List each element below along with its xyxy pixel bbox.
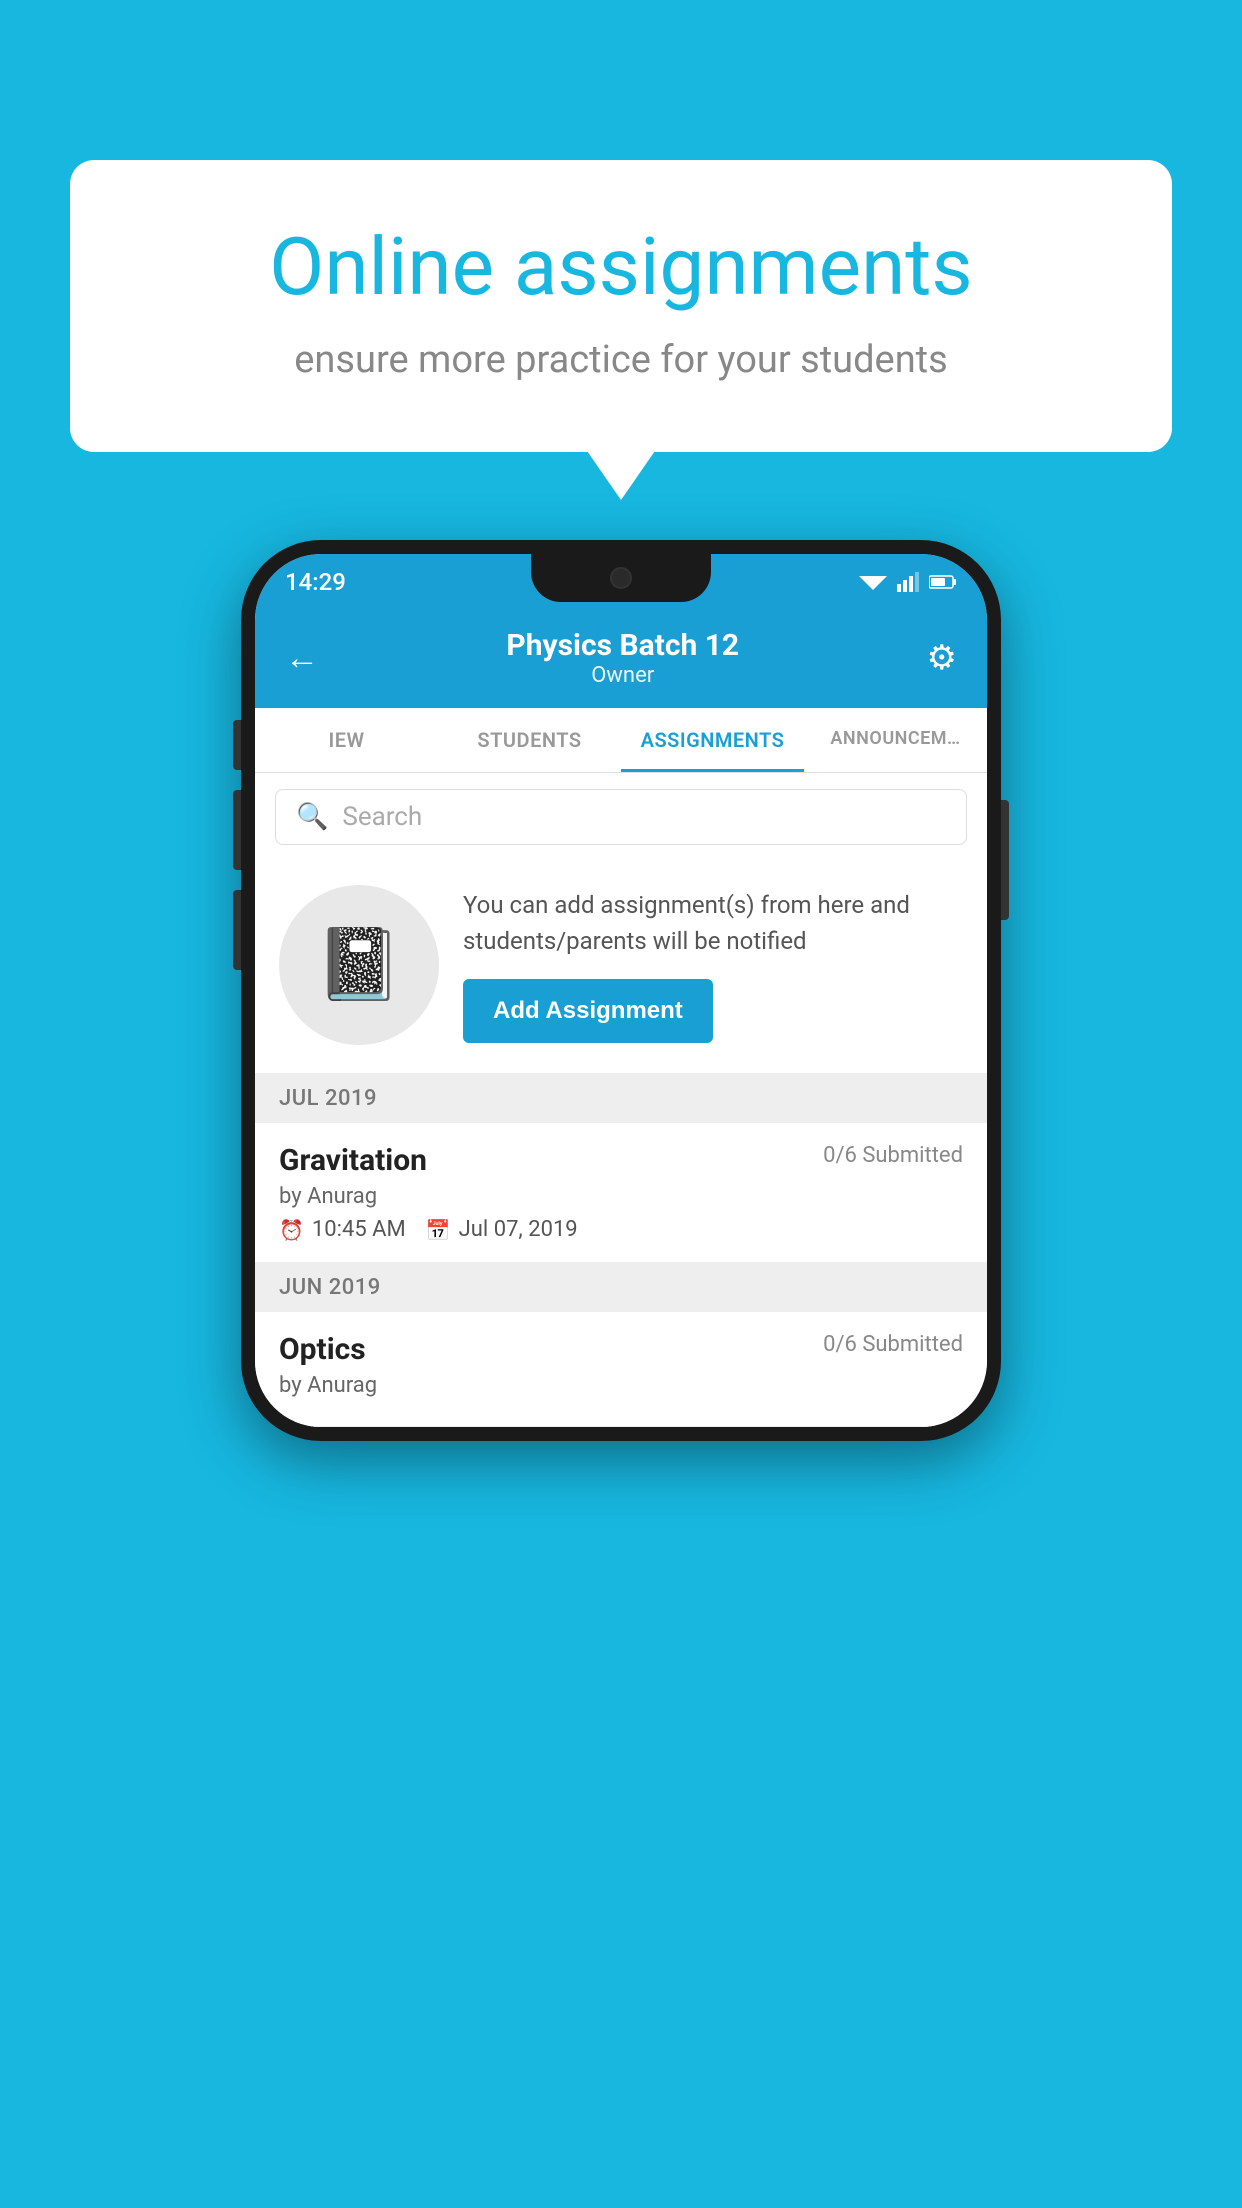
info-card: 📓 You can add assignment(s) from here an… [255, 861, 987, 1074]
assignment-name-gravitation: Gravitation [279, 1143, 427, 1178]
assignment-by-optics: by Anurag [279, 1373, 963, 1398]
assignment-item-optics[interactable]: Optics 0/6 Submitted by Anurag [255, 1312, 987, 1427]
search-box[interactable]: 🔍 Search [275, 789, 967, 845]
signal-icon [897, 572, 919, 592]
search-placeholder: Search [342, 802, 422, 832]
tab-overview[interactable]: IEW [255, 708, 438, 772]
assignment-name-optics: Optics [279, 1332, 366, 1367]
info-description: You can add assignment(s) from here and … [463, 887, 963, 959]
phone-silent-button [233, 890, 241, 970]
speech-bubble: Online assignments ensure more practice … [70, 160, 1172, 452]
assignment-item-gravitation[interactable]: Gravitation 0/6 Submitted by Anurag ⏰ 10… [255, 1123, 987, 1263]
section-label-jun: JUN 2019 [279, 1275, 381, 1300]
phone-screen: 14:29 [255, 554, 987, 1427]
phone: 14:29 [241, 540, 1001, 1441]
phone-camera [610, 567, 632, 589]
calendar-icon: 📅 [426, 1218, 451, 1242]
notebook-icon: 📓 [315, 924, 402, 1006]
assignment-by-gravitation: by Anurag [279, 1184, 963, 1209]
assignment-meta-gravitation: ⏰ 10:45 AM 📅 Jul 07, 2019 [279, 1217, 963, 1242]
clock-icon: ⏰ [279, 1218, 304, 1242]
phone-volume-down-button [233, 790, 241, 870]
assignment-icon-circle: 📓 [279, 885, 439, 1045]
info-text-area: You can add assignment(s) from here and … [463, 887, 963, 1043]
header-subtitle: Owner [506, 663, 739, 688]
assignment-date-gravitation: 📅 Jul 07, 2019 [426, 1217, 578, 1242]
phone-notch [531, 554, 711, 602]
tab-assignments[interactable]: ASSIGNMENTS [621, 708, 804, 772]
status-icons [859, 572, 957, 592]
assignment-submitted-optics: 0/6 Submitted [823, 1332, 963, 1357]
search-icon: 🔍 [296, 802, 328, 832]
tab-students[interactable]: STUDENTS [438, 708, 621, 772]
settings-icon[interactable]: ⚙ [927, 638, 957, 678]
phone-power-button [1001, 800, 1009, 920]
assignment-submitted-gravitation: 0/6 Submitted [823, 1143, 963, 1168]
assignment-time-gravitation: ⏰ 10:45 AM [279, 1217, 406, 1242]
app-header: ← Physics Batch 12 Owner ⚙ [255, 610, 987, 708]
search-container: 🔍 Search [255, 773, 987, 861]
header-title-group: Physics Batch 12 Owner [506, 628, 739, 688]
back-button[interactable]: ← [285, 638, 319, 678]
tab-announcements[interactable]: ANNOUNCEM… [804, 708, 987, 772]
battery-icon [929, 574, 957, 590]
header-title: Physics Batch 12 [506, 628, 739, 663]
add-assignment-button[interactable]: Add Assignment [463, 979, 713, 1043]
section-header-jul: JUL 2019 [255, 1074, 987, 1123]
status-time: 14:29 [285, 568, 346, 596]
speech-bubble-subtitle: ensure more practice for your students [140, 338, 1102, 382]
wifi-icon [859, 572, 887, 592]
section-label-jul: JUL 2019 [279, 1086, 377, 1111]
section-header-jun: JUN 2019 [255, 1263, 987, 1312]
speech-bubble-title: Online assignments [140, 220, 1102, 314]
phone-volume-up-button [233, 720, 241, 770]
tabs-bar: IEW STUDENTS ASSIGNMENTS ANNOUNCEM… [255, 708, 987, 773]
